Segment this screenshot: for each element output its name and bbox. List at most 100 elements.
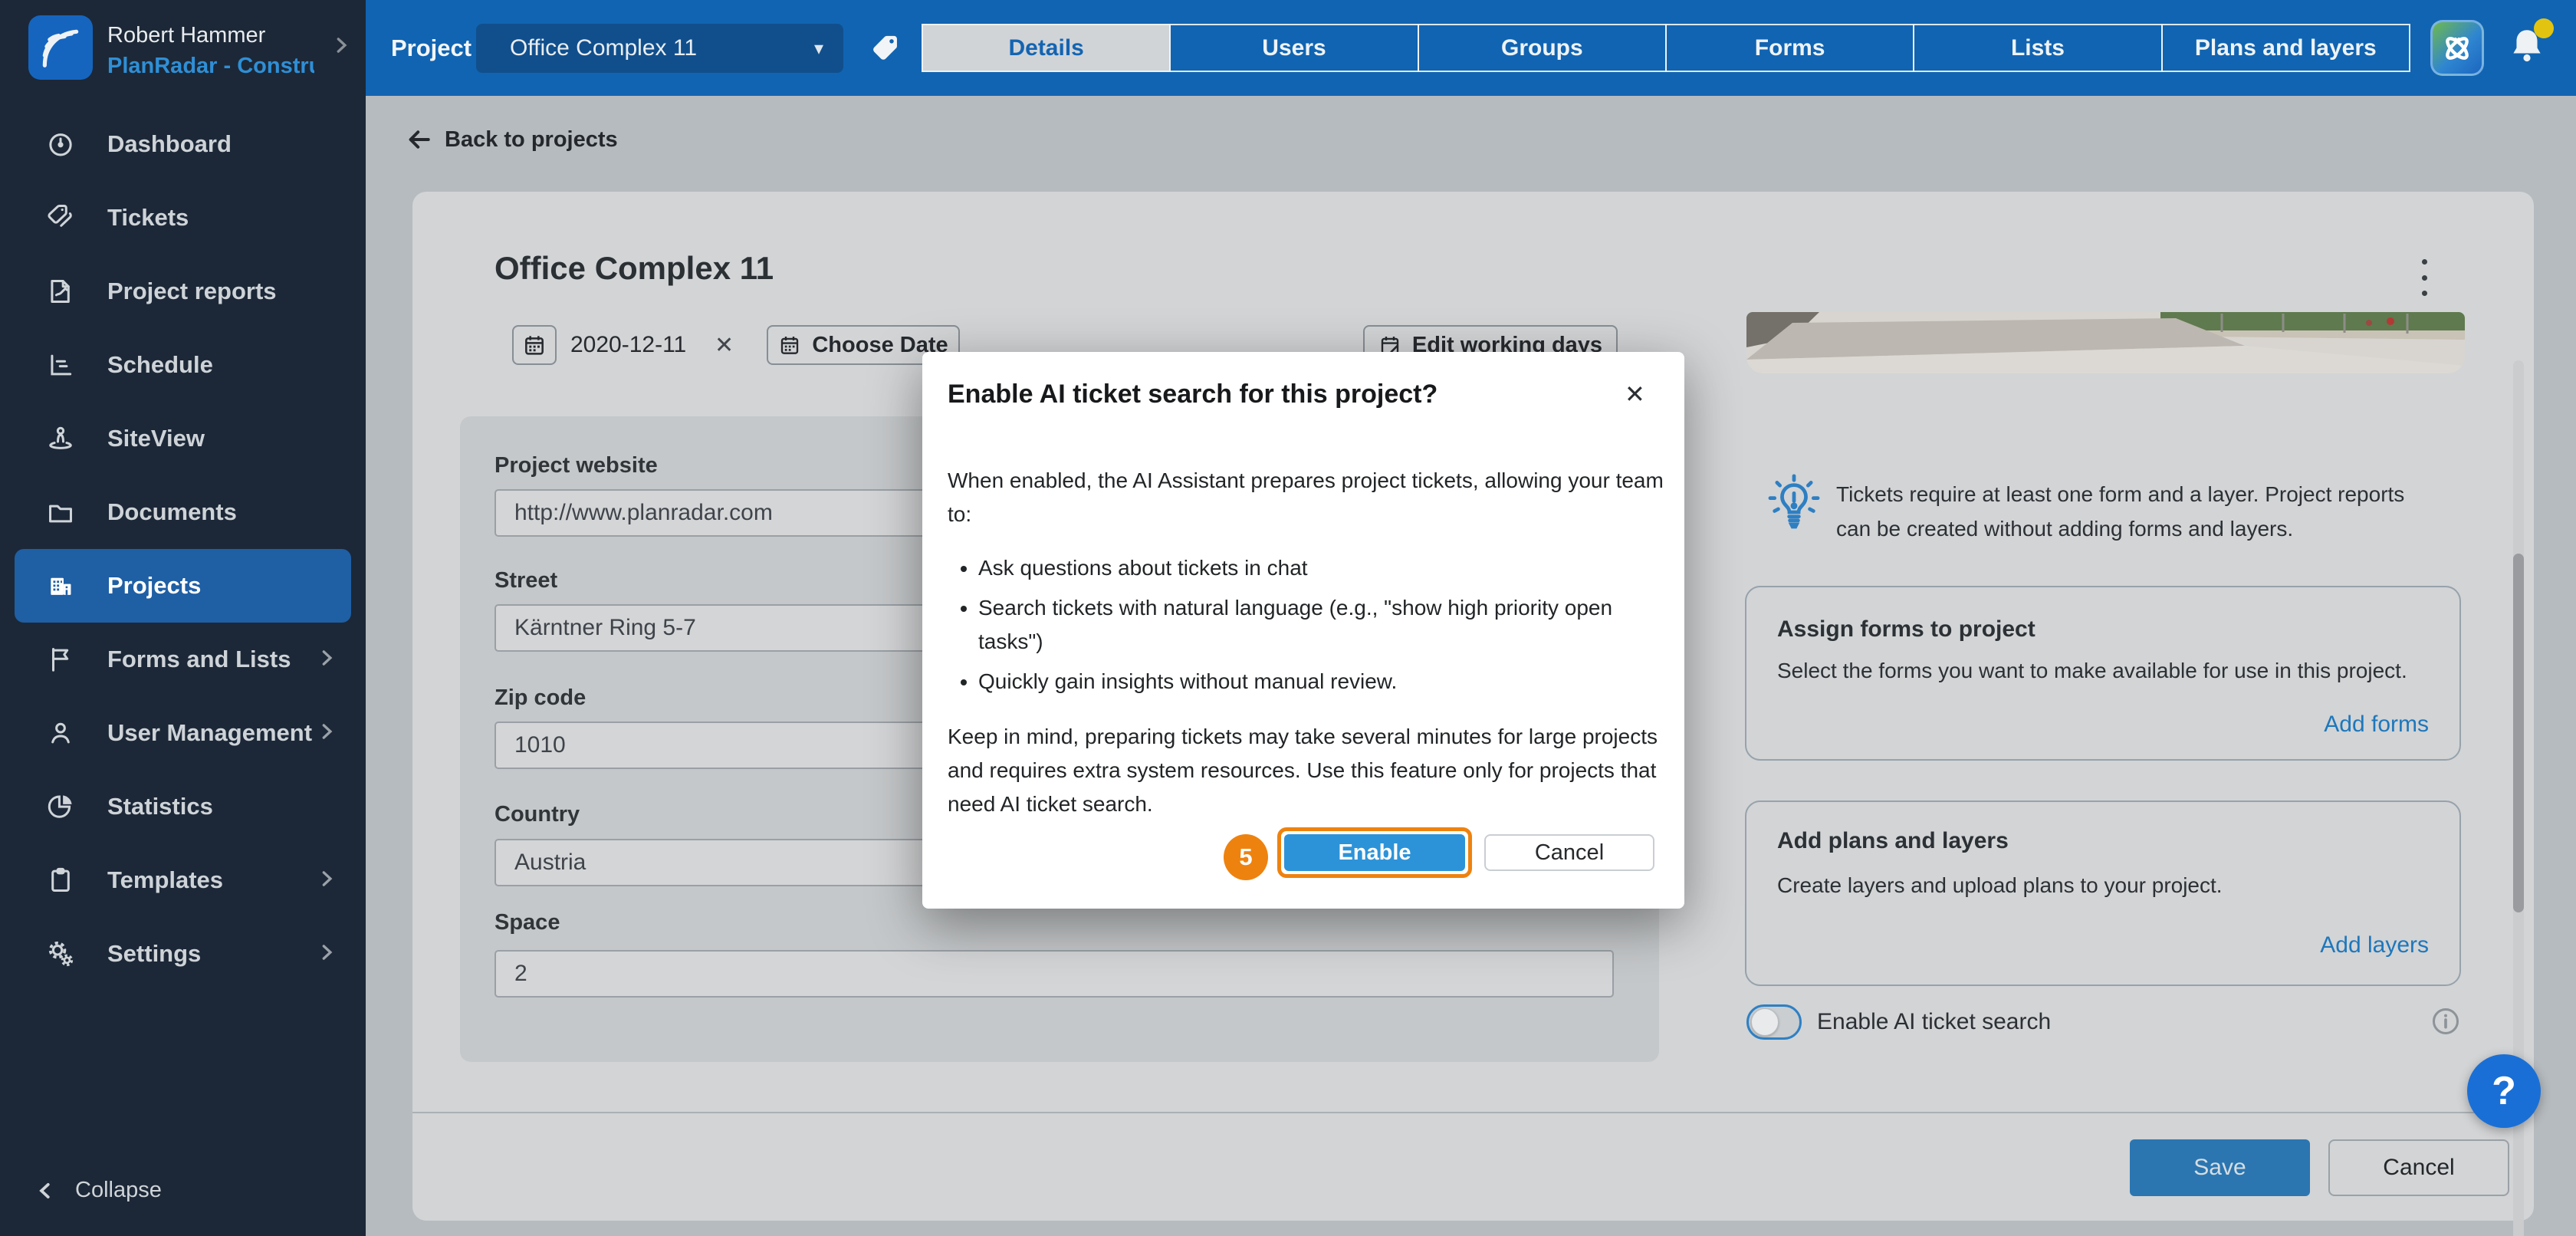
assign-forms-title: Assign forms to project: [1777, 616, 2036, 643]
close-icon[interactable]: ✕: [1625, 380, 1645, 409]
tag-icon[interactable]: [868, 31, 902, 69]
sidebar-item-user-management[interactable]: User Management: [0, 696, 366, 770]
projects-icon: [44, 571, 77, 600]
collapse-label: Collapse: [75, 1178, 162, 1203]
lightbulb-icon: [1765, 474, 1823, 536]
field-label-street: Street: [495, 568, 557, 593]
modal-actions: 5 Enable Cancel: [1224, 827, 1654, 878]
tickets-icon: [44, 203, 77, 232]
remove-date-icon[interactable]: ✕: [715, 325, 734, 365]
sidebar: Robert Hammer PlanRadar - Construc... Da…: [0, 0, 366, 1236]
sidebar-item-settings[interactable]: Settings: [0, 917, 366, 991]
sidebar-item-templates[interactable]: Templates: [0, 843, 366, 917]
tab-plans-and-layers[interactable]: Plans and layers: [2161, 24, 2410, 72]
back-arrow-icon: [405, 126, 432, 153]
chevron-right-icon: [315, 720, 338, 747]
siteview-icon: [44, 424, 77, 453]
connect-apps-button[interactable]: [2430, 20, 2484, 76]
toggle-knob: [1751, 1008, 1779, 1036]
tip-text: Tickets require at least one form and a …: [1836, 477, 2442, 546]
info-icon[interactable]: [2430, 1006, 2461, 1040]
add-layers-link[interactable]: Add layers: [2320, 932, 2429, 958]
forms-and-lists-icon: [44, 645, 77, 674]
tab-groups[interactable]: Groups: [1418, 24, 1667, 72]
ai-toggle-label: Enable AI ticket search: [1817, 1009, 2051, 1035]
field-label-zip-code: Zip code: [495, 685, 586, 711]
calendar-icon: [522, 333, 547, 357]
modal-bullet-list: Ask questions about tickets in chat Sear…: [948, 551, 1667, 699]
tab-lists[interactable]: Lists: [1913, 24, 2162, 72]
assign-forms-description: Select the forms you want to make availa…: [1777, 655, 2429, 687]
modal-bullet: Ask questions about tickets in chat: [978, 551, 1667, 585]
modal-body: When enabled, the AI Assistant prepares …: [948, 464, 1667, 821]
notifications-button[interactable]: [2505, 25, 2549, 73]
modal-note: Keep in mind, preparing tickets may take…: [948, 720, 1667, 821]
sidebar-item-projects[interactable]: Projects: [15, 549, 351, 623]
project-photo: [1746, 312, 2465, 373]
sidebar-item-tickets[interactable]: Tickets: [0, 181, 366, 255]
settings-icon: [44, 939, 77, 968]
cancel-button[interactable]: Cancel: [2328, 1139, 2509, 1196]
workspace-name: PlanRadar - Construc...: [107, 54, 314, 79]
tab-details[interactable]: Details: [922, 24, 1171, 72]
collapse-chevron-icon: [34, 1179, 57, 1202]
scrollbar-thumb[interactable]: [2513, 554, 2524, 912]
footer-divider: [412, 1112, 2534, 1113]
assign-forms-card: Assign forms to project Select the forms…: [1745, 586, 2461, 761]
page-title: Office Complex 11: [495, 250, 774, 287]
enable-button-highlight-ring: Enable: [1277, 827, 1472, 878]
sidebar-item-siteview[interactable]: SiteView: [0, 402, 366, 475]
add-forms-link[interactable]: Add forms: [2324, 712, 2429, 738]
kebab-menu-icon[interactable]: [2409, 255, 2440, 301]
project-selector-value: Office Complex 11: [510, 35, 697, 61]
statistics-icon: [44, 792, 77, 821]
tab-forms[interactable]: Forms: [1665, 24, 1914, 72]
start-date-button[interactable]: [512, 325, 557, 365]
sidebar-item-dashboard[interactable]: Dashboard: [0, 107, 366, 181]
sidebar-collapse-button[interactable]: Collapse: [34, 1178, 162, 1203]
save-button[interactable]: Save: [2130, 1139, 2310, 1196]
start-date-value: 2020-12-11: [570, 325, 686, 365]
connect-icon: [2440, 31, 2475, 66]
modal-intro: When enabled, the AI Assistant prepares …: [948, 464, 1667, 531]
app-window: Robert Hammer PlanRadar - Construc... Da…: [0, 0, 2576, 1236]
help-button[interactable]: ?: [2467, 1054, 2541, 1128]
field-label-project-website: Project website: [495, 453, 658, 478]
sidebar-item-project-reports[interactable]: Project reports: [0, 255, 366, 328]
sidebar-item-statistics[interactable]: Statistics: [0, 770, 366, 843]
space-field[interactable]: [495, 950, 1614, 998]
dashboard-icon: [44, 130, 77, 159]
chevron-right-icon: [315, 646, 338, 673]
sidebar-item-schedule[interactable]: Schedule: [0, 328, 366, 402]
back-link-label: Back to projects: [445, 127, 618, 153]
modal-bullet: Quickly gain insights without manual rev…: [978, 665, 1667, 699]
user-menu-chevron-icon[interactable]: [330, 34, 353, 61]
field-label-country: Country: [495, 802, 580, 827]
documents-icon: [44, 498, 77, 527]
topbar: Project Office Complex 11 ▾ Details User…: [366, 0, 2576, 96]
add-plans-description: Create layers and upload plans to your p…: [1777, 869, 2429, 902]
ai-ticket-search-toggle[interactable]: [1746, 1004, 1802, 1040]
project-label: Project: [391, 0, 472, 96]
calendar-icon: [778, 334, 801, 357]
chevron-right-icon: [315, 867, 338, 894]
add-plans-title: Add plans and layers: [1777, 828, 2009, 854]
modal-title: Enable AI ticket search for this project…: [948, 380, 1438, 409]
templates-icon: [44, 866, 77, 895]
modal-cancel-button[interactable]: Cancel: [1484, 834, 1654, 871]
user-name: Robert Hammer: [107, 23, 265, 48]
back-to-projects-link[interactable]: Back to projects: [405, 126, 618, 153]
planradar-logo-icon: [28, 15, 93, 80]
project-tabs: Details Users Groups Forms Lists Plans a…: [922, 24, 2410, 72]
add-plans-card: Add plans and layers Create layers and u…: [1745, 800, 2461, 986]
project-selector[interactable]: Office Complex 11 ▾: [476, 24, 843, 73]
notification-badge: [2534, 18, 2554, 38]
tab-users[interactable]: Users: [1169, 24, 1418, 72]
modal-bullet: Search tickets with natural language (e.…: [978, 591, 1667, 659]
sidebar-item-forms-and-lists[interactable]: Forms and Lists: [0, 623, 366, 696]
ai-ticket-search-modal: Enable AI ticket search for this project…: [922, 352, 1684, 909]
enable-button[interactable]: Enable: [1284, 834, 1465, 871]
field-label-space: Space: [495, 910, 560, 935]
sidebar-item-documents[interactable]: Documents: [0, 475, 366, 549]
annotation-badge: 5: [1224, 834, 1268, 880]
